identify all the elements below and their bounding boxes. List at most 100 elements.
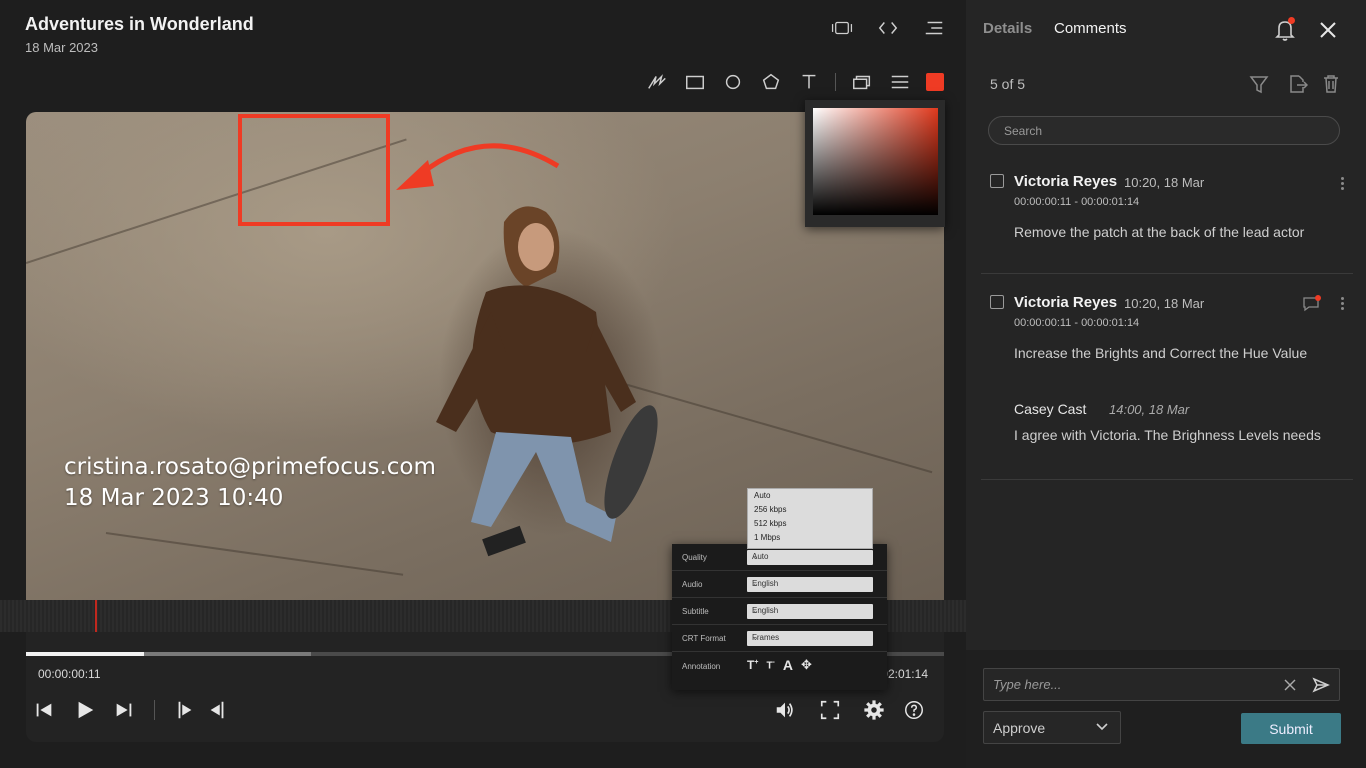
mark-out-icon [210, 701, 224, 719]
page-title: Adventures in Wonderland [25, 14, 254, 34]
mark-in-button[interactable] [173, 698, 197, 722]
export-icon[interactable] [1286, 73, 1308, 95]
settings-button[interactable] [862, 698, 886, 722]
more-options-icon[interactable] [1339, 296, 1345, 312]
annotation-arrow[interactable] [386, 122, 566, 192]
comment-timecode[interactable]: 00:00:00:11 - 00:00:01:14 [1014, 196, 1139, 208]
rectangle-icon[interactable] [683, 72, 707, 92]
comment-count: 5 of 5 [990, 76, 1026, 92]
chevron-down-icon [1096, 723, 1108, 731]
quality-option[interactable]: 512 kbps [748, 517, 872, 531]
menu-icon[interactable] [922, 18, 946, 38]
chevron-down-icon: ⌄ [752, 579, 759, 588]
line-weight-icon[interactable] [888, 72, 912, 92]
controls-divider [154, 700, 155, 720]
filter-icon[interactable] [1248, 73, 1270, 95]
text-size-up-icon[interactable]: T+ [747, 658, 758, 672]
reply-text: I agree with Victoria. The Brighness Lev… [1014, 427, 1321, 443]
annotation-options: T+ T- A ✥ [747, 657, 812, 673]
crt-format-row: CRT Format Frames ⌄ [672, 625, 887, 652]
code-icon[interactable] [876, 18, 900, 38]
comment-checkbox[interactable] [990, 174, 1004, 188]
play-icon [78, 701, 94, 719]
volume-icon [776, 702, 793, 718]
more-options-icon[interactable] [1339, 176, 1345, 192]
close-icon[interactable] [1316, 18, 1340, 42]
crt-format-select[interactable]: Frames ⌄ [747, 631, 873, 646]
audio-label: Audio [682, 580, 703, 589]
subtitle-select[interactable]: English ⌄ [747, 604, 873, 619]
comment-item: Victoria Reyes 10:20, 18 Mar 00:00:00:11… [981, 160, 1353, 274]
tab-comments[interactable]: Comments [1054, 20, 1127, 37]
status-dropdown[interactable]: Approve [983, 711, 1121, 744]
comment-input[interactable] [984, 669, 1274, 700]
help-button[interactable] [902, 698, 926, 722]
circle-icon[interactable] [721, 72, 745, 92]
comments-panel: Details Comments 5 of 5 Victoria Reyes 1… [966, 0, 1366, 768]
progress-played [26, 652, 144, 656]
color-swatch[interactable] [926, 73, 944, 91]
text-tool-icon[interactable] [797, 72, 821, 92]
text-size-down-icon[interactable]: T- [766, 659, 774, 671]
search-input[interactable] [989, 117, 1339, 144]
comment-time: 10:20, 18 Mar [1124, 175, 1205, 190]
fullscreen-button[interactable] [818, 698, 842, 722]
chevron-down-icon: ⌄ [752, 552, 759, 561]
page-date: 18 Mar 2023 [25, 40, 98, 55]
quality-label: Quality [682, 553, 707, 562]
clear-icon[interactable] [1282, 677, 1298, 693]
play-button[interactable] [73, 698, 97, 722]
pentagon-icon[interactable] [759, 72, 783, 92]
skip-end-icon [116, 703, 132, 717]
volume-button[interactable] [773, 698, 797, 722]
comment-text: Increase the Brights and Correct the Hue… [1014, 345, 1308, 361]
annotation-toolbar [645, 72, 944, 92]
freehand-icon[interactable] [645, 72, 669, 92]
status-value: Approve [993, 720, 1046, 736]
send-icon[interactable] [1312, 676, 1330, 694]
mark-out-button[interactable] [205, 698, 229, 722]
comment-checkbox[interactable] [990, 295, 1004, 309]
quality-option[interactable]: Auto [748, 489, 872, 503]
unread-dot [1315, 295, 1321, 301]
quality-option[interactable]: 1 Mbps [748, 531, 872, 545]
audio-select[interactable]: English ⌄ [747, 577, 873, 592]
watermark-datetime: 18 Mar 2023 10:40 [64, 485, 284, 511]
quality-option[interactable]: 256 kbps [748, 503, 872, 517]
gear-icon [864, 700, 884, 720]
layers-icon[interactable] [850, 72, 874, 92]
color-gradient-picker[interactable] [813, 108, 938, 215]
comment-item: Victoria Reyes 10:20, 18 Mar 00:00:00:11… [981, 274, 1353, 480]
font-icon[interactable]: A [783, 657, 793, 673]
mark-in-icon [178, 701, 192, 719]
theater-mode-icon[interactable] [830, 18, 854, 38]
tab-details[interactable]: Details [983, 20, 1032, 37]
skip-end-button[interactable] [112, 698, 136, 722]
current-time: 00:00:00:11 [38, 667, 101, 681]
toolbar-divider [835, 73, 836, 91]
move-icon[interactable]: ✥ [801, 657, 812, 673]
annotation-rectangle[interactable] [238, 114, 390, 226]
notification-dot [1288, 17, 1295, 24]
end-time: 02:01:14 [881, 667, 928, 681]
chevron-down-icon: ⌄ [752, 606, 759, 615]
settings-popup: Quality Auto ⌄ Audio English ⌄ Subtitle En… [672, 544, 887, 690]
comment-timecode[interactable]: 00:00:00:11 - 00:00:01:14 [1014, 317, 1139, 329]
reply-author: Casey Cast [1014, 401, 1087, 417]
quality-dropdown-list: Auto 256 kbps 512 kbps 1 Mbps [747, 488, 873, 549]
submit-button[interactable]: Submit [1241, 713, 1341, 744]
comment-text: Remove the patch at the back of the lead… [1014, 224, 1305, 240]
waveform-marker [95, 600, 97, 632]
audio-row: Audio English ⌄ [672, 571, 887, 598]
comment-author: Victoria Reyes [1014, 173, 1118, 190]
chevron-down-icon: ⌄ [752, 633, 759, 642]
comment-time: 10:20, 18 Mar [1124, 296, 1205, 311]
crt-format-label: CRT Format [682, 634, 726, 643]
view-toolbar [830, 18, 946, 38]
ground-crack [105, 532, 404, 576]
skip-start-button[interactable] [32, 698, 56, 722]
comment-composer: Approve Submit [966, 650, 1366, 768]
quality-select[interactable]: Auto ⌄ [747, 550, 873, 565]
trash-icon[interactable] [1320, 73, 1342, 95]
color-picker-popup [805, 100, 945, 227]
